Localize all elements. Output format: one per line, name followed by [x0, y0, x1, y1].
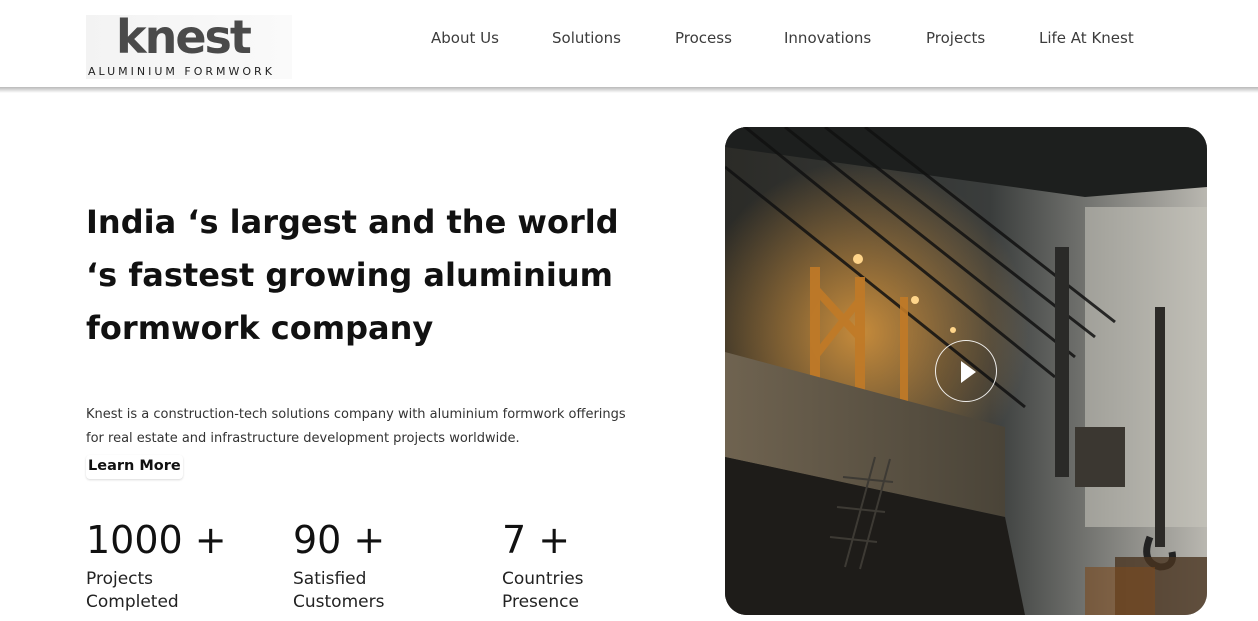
- knest-logo[interactable]: knest ALUMINIUM FORMWORK: [86, 11, 292, 79]
- hero-headline: India ‘s largest and the world ‘s fastes…: [86, 203, 619, 347]
- hero-description: Knest is a construction-tech solutions c…: [86, 407, 626, 446]
- nav-process[interactable]: Process: [675, 29, 732, 47]
- site-header: knest ALUMINIUM FORMWORK About Us Soluti…: [0, 0, 1258, 89]
- stat-projects: 1000 + Projects Completed: [86, 516, 227, 614]
- stat-label: Projects Completed: [86, 569, 179, 612]
- nav-solutions[interactable]: Solutions: [552, 29, 621, 47]
- nav-projects[interactable]: Projects: [926, 29, 985, 47]
- play-icon: [961, 361, 976, 383]
- stat-label: Satisfied Customers: [293, 569, 385, 612]
- play-video-button[interactable]: [935, 340, 997, 402]
- nav-life-at-knest[interactable]: Life At Knest: [1039, 29, 1134, 47]
- stat-value: 7 +: [502, 518, 571, 562]
- stat-label: Countries Presence: [502, 569, 584, 612]
- stat-countries: 7 + Countries Presence: [502, 516, 642, 614]
- stat-value: 90 +: [293, 518, 386, 562]
- logo-tagline: ALUMINIUM FORMWORK: [88, 65, 275, 78]
- learn-more-button[interactable]: Learn More: [86, 455, 183, 479]
- stat-customers: 90 + Satisfied Customers: [293, 516, 433, 614]
- header-divider: [0, 87, 1258, 93]
- stat-value: 1000 +: [86, 518, 227, 562]
- logo-wordmark: knest: [116, 10, 252, 64]
- nav-about-us[interactable]: About Us: [431, 29, 499, 47]
- nav-innovations[interactable]: Innovations: [784, 29, 871, 47]
